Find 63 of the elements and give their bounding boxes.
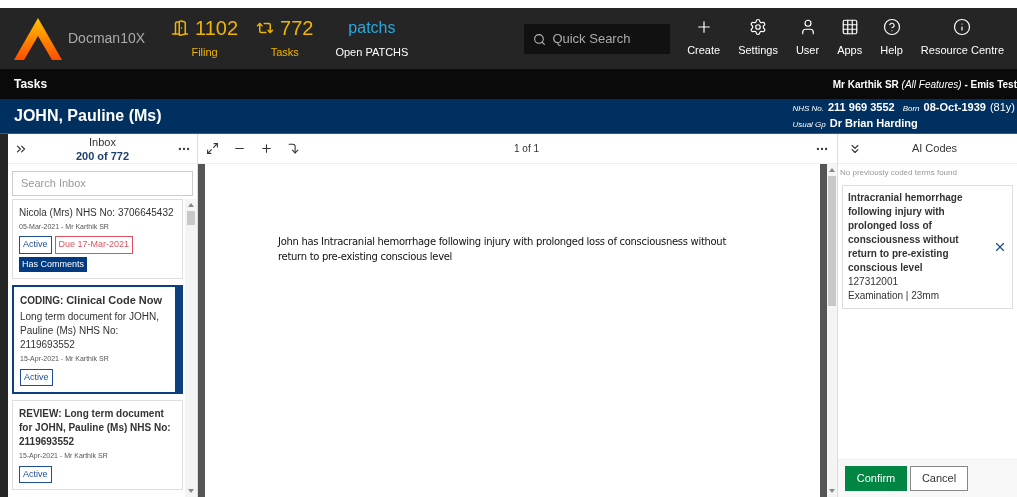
settings-icon [749,18,768,37]
tag-label: Active [19,236,52,254]
field-label: Born [902,103,920,115]
tag-label: Active [19,465,52,483]
scroll-thumb[interactable] [187,210,195,225]
nav-button[interactable]: Create [678,18,730,59]
field-label: Usual Gp [792,119,826,131]
panel-title: AI Codes [910,141,959,157]
section-title: Tasks [14,76,48,93]
nav-button[interactable]: Resource Centre [911,18,1013,59]
card-text: Nicola (Mrs) NHS No: 3706645432 [19,205,175,220]
user-info: Mr Karthik SR (All Features) - Emis Test [832,77,1017,92]
scroll-thumb[interactable] [828,176,836,306]
code-number: 127312001 [848,275,900,289]
tag-label: Due 17-Mar-2021 [54,236,134,254]
app-name: Docman10X [68,29,146,48]
rotate-button[interactable] [287,142,300,155]
fit-button[interactable] [206,142,219,155]
inbox-count: 200 of 772 [75,148,130,163]
turn-arrow-icon [287,142,300,155]
document-text: John has Intracranial hemorrhage following injury with prolonged loss of consciousness without return to pre-existing conscious level [278,235,728,264]
tag-label: Has Comments [19,256,87,272]
inbox-search-field[interactable]: Search Inbox [12,170,193,196]
code-detail: Examination | 23mm [848,289,940,303]
search-icon [533,32,547,46]
nav-button[interactable]: User [786,18,829,59]
confirm-button[interactable]: Confirm [845,466,907,491]
nav-button[interactable]: Apps [828,18,872,59]
remove-button[interactable] [993,240,1007,254]
patient-age: (81y) [989,100,1015,114]
code-term: Intracranial hemorrhage following injury with prolonged loss of consciousness without return to pre-existing conscious level [848,191,964,275]
patchs-button[interactable]: patchs Open PATCHS [335,16,409,61]
gp-name: Dr Brian Harding [829,116,918,130]
patient-name: JOHN, Pauline (Ms) [14,106,162,126]
cancel-button[interactable]: Cancel [910,466,968,491]
zoom-in-button[interactable] [260,142,273,155]
up-triangle-icon[interactable] [829,168,835,172]
card-title: REVIEW: Long term document for JOHN, Pauline (Ms) NHS No: 2119693552 [19,407,172,449]
page-indicator: 1 of 1 [514,142,540,156]
up-triangle-icon[interactable] [188,202,194,207]
nav-button[interactable]: Settings [729,18,787,59]
down-triangle-icon[interactable] [188,489,194,493]
card-title: CODING: Clinical Code Now [20,293,164,308]
birth-date: 08-Oct-1939 [923,100,986,114]
counter-button[interactable]: 1102 Filing [167,16,243,61]
inbox-title: Inbox [89,134,116,149]
quick-search-field[interactable]: Quick Search [524,23,671,54]
field-label: NHS No. [792,103,824,115]
door-icon [171,19,190,38]
info-icon [953,18,972,37]
empty-notice: No previously coded terms found [839,167,958,179]
expand-arrows-icon [206,142,219,155]
down-triangle-icon[interactable] [829,489,835,493]
tag-label: Active [20,368,53,386]
help-icon [882,18,901,37]
plus-icon [260,142,273,155]
card-text: Long term document for JOHN, Pauline (Ms) NHS No: 2119693552 [20,310,160,352]
counter-button[interactable]: 772 Tasks [252,16,318,61]
close-icon [993,240,1007,254]
logo-icon [14,17,62,60]
grid-icon [840,18,859,37]
nhs-number: 211 969 3552 [827,100,895,114]
nav-button[interactable]: Help [871,18,912,59]
